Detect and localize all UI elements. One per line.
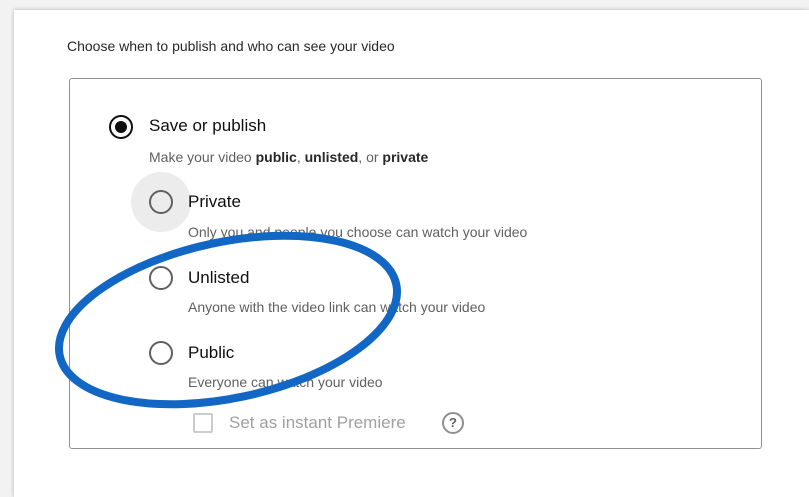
unlisted-radio[interactable] [149,266,173,290]
public-description: Everyone can watch your video [188,374,383,390]
public-label: Public [188,343,235,362]
save-or-publish-label: Save or publish [149,116,267,135]
save-or-publish-description: Make your video public, unlisted, or pri… [149,149,428,165]
unlisted-label: Unlisted [188,268,250,287]
help-icon[interactable]: ? [442,412,464,434]
desc-separator: , or [358,149,383,165]
radio-selected-dot [115,121,127,133]
private-label: Private [188,192,241,211]
desc-unlisted: unlisted [304,149,359,165]
private-description: Only you and people you choose can watch… [188,224,528,240]
instant-premiere-label: Set as instant Premiere [229,413,406,432]
desc-private: private [382,149,429,165]
desc-separator: , [296,149,305,165]
save-or-publish-radio[interactable] [109,115,133,139]
section-heading: Choose when to publish and who can see y… [67,38,395,54]
instant-premiere-checkbox[interactable] [193,413,213,433]
desc-prefix: Make your video [149,149,256,165]
public-radio[interactable] [149,341,173,365]
unlisted-description: Anyone with the video link can watch you… [188,299,486,315]
private-radio[interactable] [149,190,173,214]
desc-public: public [255,149,297,165]
